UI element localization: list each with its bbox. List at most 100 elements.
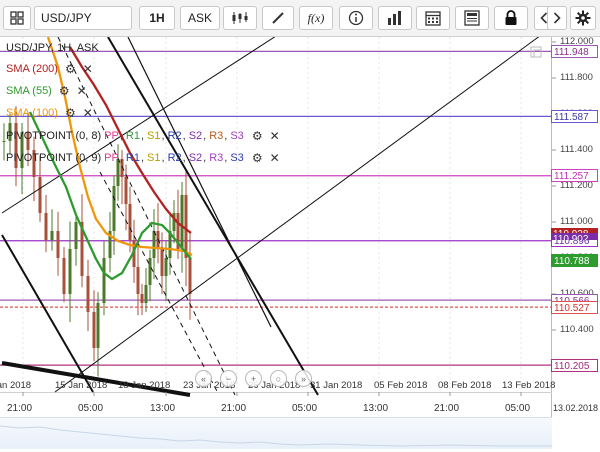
timeframe-button[interactable]: 1H: [139, 6, 175, 30]
close-icon[interactable]: ✕: [270, 151, 280, 165]
gear-icon[interactable]: ⚙: [252, 151, 263, 165]
zoom-in-icon[interactable]: +: [245, 370, 262, 387]
price-label: 111.587: [551, 109, 598, 123]
pivot2-label: PIVOTPOINT (0, 9): [6, 152, 102, 164]
pivot2-level-r3: R3: [209, 152, 224, 164]
lock-icon[interactable]: [494, 6, 528, 30]
x-date-label: 31 Jan 2018: [310, 380, 363, 391]
candle-body: [44, 213, 48, 240]
chevron-right-icon[interactable]: [547, 6, 567, 30]
candle-body: [86, 276, 90, 312]
candle-body: [96, 303, 100, 348]
calendar-icon[interactable]: [416, 6, 450, 30]
bar-chart-icon[interactable]: [378, 6, 412, 30]
draw-line-icon[interactable]: [262, 6, 294, 30]
pivot2-level-s2: S2: [188, 152, 203, 164]
indicator-sma200[interactable]: SMA (200) ⚙ ✕: [6, 61, 94, 77]
x-time-label: 05:00: [78, 403, 104, 414]
info-icon[interactable]: [339, 6, 373, 30]
indicator-sma100[interactable]: SMA (100) ⚙ ✕: [6, 105, 94, 121]
sma200-label: SMA (200): [6, 63, 58, 75]
chart-area[interactable]: USD/JPY, 1H, ASK SMA (200) ⚙ ✕ SMA (55) …: [0, 36, 600, 449]
close-icon[interactable]: ✕: [77, 84, 87, 98]
symbol-selector[interactable]: USD/JPY: [34, 6, 132, 30]
candle-body: [180, 195, 184, 249]
gear-icon[interactable]: ⚙: [65, 62, 76, 76]
price-label: 110.788: [551, 253, 598, 267]
gear-icon[interactable]: ⚙: [65, 106, 76, 120]
pivot1-level-r2: R2: [167, 130, 182, 142]
pivot1-level-s2: S2: [188, 130, 203, 142]
y-tick-label: 110.400: [560, 324, 594, 335]
gear-icon[interactable]: [570, 6, 596, 30]
price-label: 110.527: [551, 300, 598, 314]
candle-body: [50, 231, 54, 240]
indicator-pivot-1[interactable]: PIVOTPOINT (0, 8) PP, R1, S1, R2, S2, R3, S3 ⚙…: [6, 128, 281, 144]
x-date-label: 18 Jan 2018: [118, 380, 171, 391]
candle-body: [188, 258, 192, 294]
x-date-label: 05 Feb 2018: [374, 380, 428, 391]
candle-body: [152, 231, 156, 258]
candle-body: [184, 195, 188, 258]
scroll-right-icon[interactable]: »: [295, 370, 312, 387]
candle-body: [68, 249, 72, 294]
pivot2-level-s1: S1: [147, 152, 161, 164]
close-icon[interactable]: ✕: [83, 62, 93, 76]
reset-zoom-icon[interactable]: ○: [270, 370, 287, 387]
symbol-label: USD/JPY: [41, 11, 92, 25]
x-date-label: 08 Feb 2018: [438, 380, 492, 391]
pivot2-levels: PP, R1, S1, R2, S2, R3, S3: [104, 152, 244, 164]
y-tick-label: 111.400: [560, 144, 593, 155]
y-axis-ticks: [552, 41, 556, 367]
zoom-controls: « − + ○ »: [195, 370, 312, 387]
trendline-thick: [107, 37, 319, 396]
candle-body: [144, 285, 148, 303]
trendline-dashed-2: [99, 171, 219, 394]
function-icon[interactable]: f(x): [299, 6, 333, 30]
news-icon[interactable]: [455, 6, 489, 30]
price-type-button[interactable]: ASK: [180, 6, 220, 30]
price-label-overlapped: 110.902: [551, 233, 598, 241]
x-date-label: 15 Jan 2018: [55, 380, 108, 391]
candle-body: [62, 258, 66, 294]
indicator-sma55[interactable]: SMA (55) ⚙ ✕: [6, 83, 88, 99]
candle-body: [128, 204, 132, 240]
sma100-label: SMA (100): [6, 107, 58, 119]
x-time-label: 21:00: [434, 403, 460, 414]
chart-title: USD/JPY, 1H, ASK: [6, 42, 99, 54]
pivot2-level-r2: R2: [167, 152, 182, 164]
candle-body: [74, 222, 78, 249]
symbol-search-icon[interactable]: [3, 6, 31, 30]
x-time-label: 05:00: [505, 403, 531, 414]
candle-body: [56, 231, 60, 258]
trendline-thick-lower: [1, 234, 94, 393]
candlestick-type-icon[interactable]: [223, 6, 257, 30]
timeframe-label: 1H: [149, 11, 165, 25]
pivot2-level-s3: S3: [230, 152, 244, 164]
zoom-out-icon[interactable]: −: [220, 370, 237, 387]
pivot1-label: PIVOTPOINT (0, 8): [6, 130, 102, 142]
candle-body: [92, 312, 96, 348]
candle-body: [38, 177, 42, 213]
price-label: 111.257: [551, 169, 598, 183]
indicator-pivot-2[interactable]: PIVOTPOINT (0, 9) PP, R1, S1, R2, S2, R3, S3 ⚙…: [6, 150, 281, 166]
gear-icon[interactable]: ⚙: [252, 129, 263, 143]
candles: [2, 106, 192, 377]
popout-icon[interactable]: [530, 46, 542, 58]
y-tick-label: 111.800: [560, 72, 593, 83]
pivot1-level-r3: R3: [209, 130, 224, 142]
pivot2-level-r1: R1: [125, 152, 140, 164]
sma55-label: SMA (55): [6, 85, 52, 97]
candle-body: [136, 267, 140, 294]
chart-toolbar: USD/JPY 1H ASK f(x): [0, 0, 600, 37]
price-type-label: ASK: [187, 11, 212, 25]
navigator-strip[interactable]: [0, 417, 552, 449]
pivot1-level-s1: S1: [147, 130, 161, 142]
scroll-left-icon[interactable]: «: [195, 370, 212, 387]
gear-icon[interactable]: ⚙: [59, 84, 70, 98]
pivot1-level-s3: S3: [230, 130, 244, 142]
candle-body: [124, 177, 128, 204]
close-icon[interactable]: ✕: [270, 129, 280, 143]
close-icon[interactable]: ✕: [83, 106, 93, 120]
candle-body: [148, 258, 152, 285]
